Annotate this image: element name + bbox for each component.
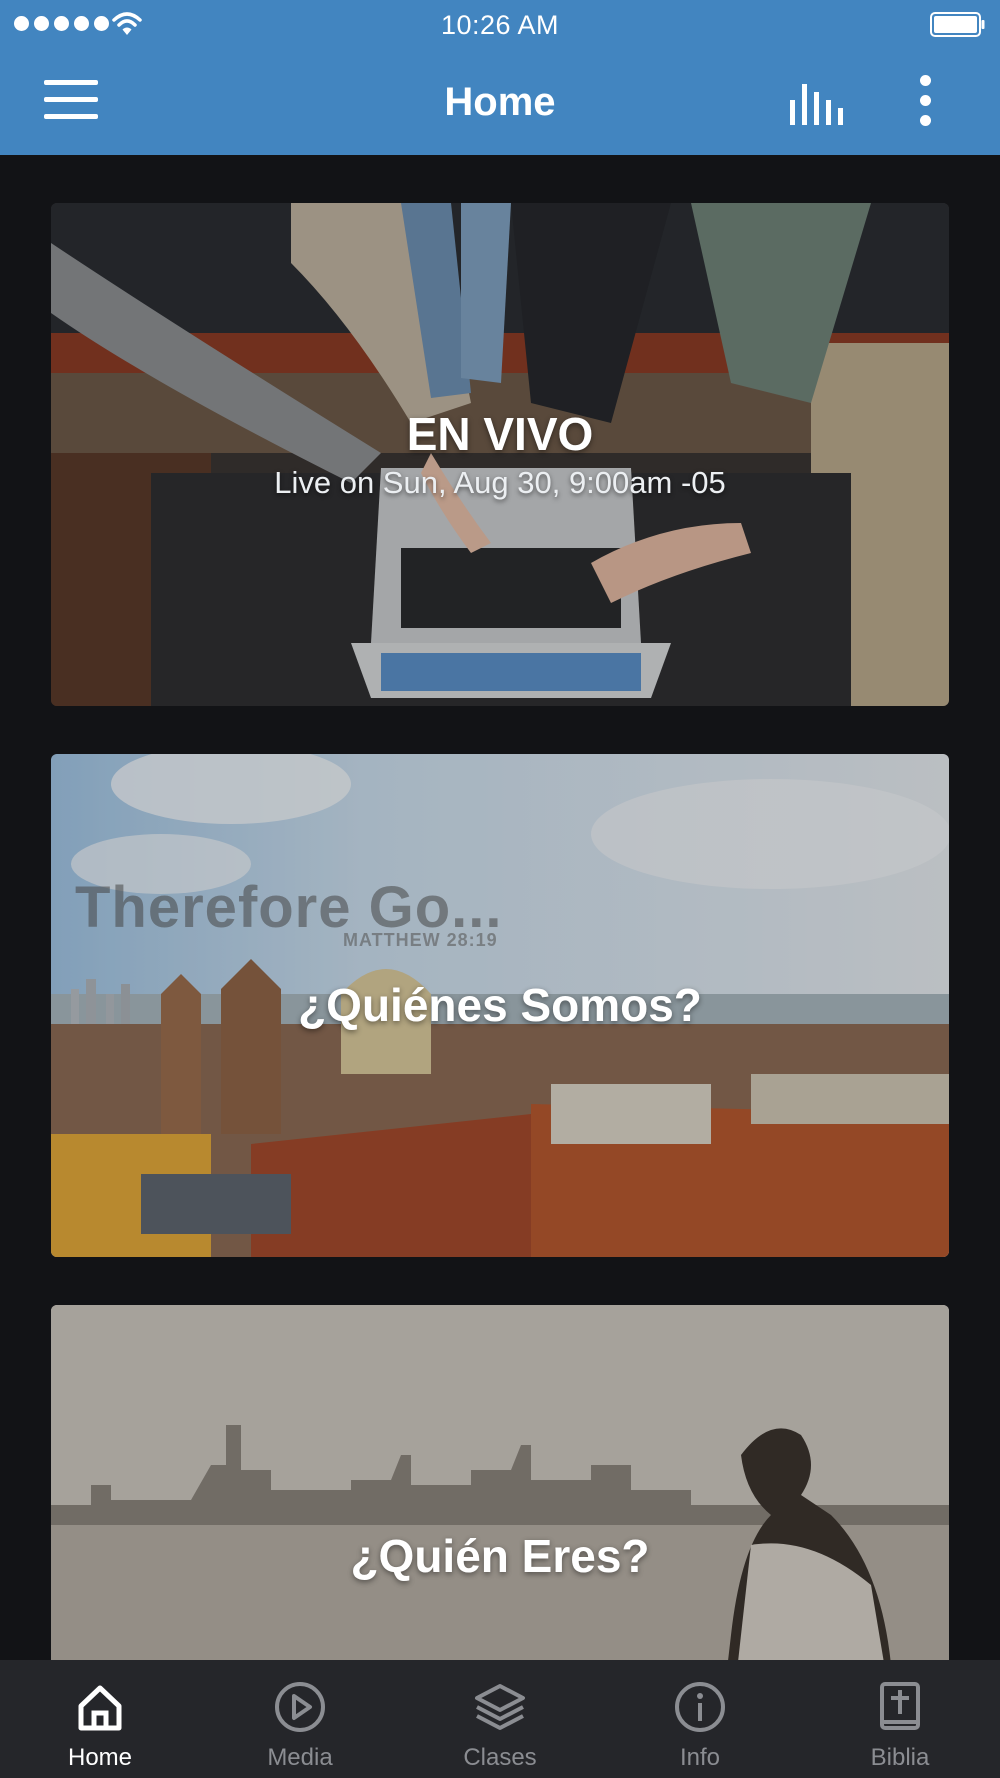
tab-label: Biblia xyxy=(870,1744,930,1771)
play-circle-icon xyxy=(275,1682,325,1732)
home-feed[interactable]: EN VIVO Live on Sun, Aug 30, 9:00am -05 xyxy=(0,155,1000,1660)
tab-info[interactable]: Info xyxy=(600,1660,800,1778)
battery-icon xyxy=(930,12,985,37)
info-icon xyxy=(675,1682,725,1732)
tab-label: Home xyxy=(67,1744,133,1771)
tab-media[interactable]: Media xyxy=(200,1660,400,1778)
about-us-card[interactable]: Therefore Go... MATTHEW 28:19 ¿Quiénes S… xyxy=(51,754,949,1257)
app-screen: 10:26 AM Home EN VIVO Live on Sun, Aug 3… xyxy=(0,0,1000,1778)
card-title: ¿Quiénes Somos? xyxy=(298,979,702,1031)
bottom-tab-bar: Home Media Clases Info Biblia xyxy=(0,1660,1000,1778)
card-title: EN VIVO xyxy=(406,408,594,460)
live-card[interactable]: EN VIVO Live on Sun, Aug 30, 9:00am -05 xyxy=(51,203,949,706)
tab-label: Clases xyxy=(463,1744,537,1771)
app-bar: Home xyxy=(0,50,1000,155)
tab-clases[interactable]: Clases xyxy=(400,1660,600,1778)
who-are-you-card[interactable]: ¿Quién Eres? xyxy=(51,1305,949,1660)
bible-icon xyxy=(880,1682,920,1730)
layers-icon xyxy=(475,1684,525,1730)
status-time: 10:26 AM xyxy=(440,10,560,40)
home-icon xyxy=(78,1685,122,1731)
bar-chart-icon[interactable] xyxy=(786,78,846,128)
page-title: Home xyxy=(444,80,556,124)
card-title: ¿Quién Eres? xyxy=(350,1530,650,1582)
verse-reference: MATTHEW 28:19 xyxy=(343,930,498,950)
tab-home[interactable]: Home xyxy=(0,1660,200,1778)
tab-biblia[interactable]: Biblia xyxy=(800,1660,1000,1778)
card-shade xyxy=(51,1305,949,1660)
tab-label: Media xyxy=(267,1744,333,1771)
card-subtitle: Live on Sun, Aug 30, 9:00am -05 xyxy=(274,465,726,500)
status-bar: 10:26 AM xyxy=(0,0,1000,50)
more-options-icon[interactable] xyxy=(914,75,936,135)
tab-label: Info xyxy=(679,1744,721,1771)
